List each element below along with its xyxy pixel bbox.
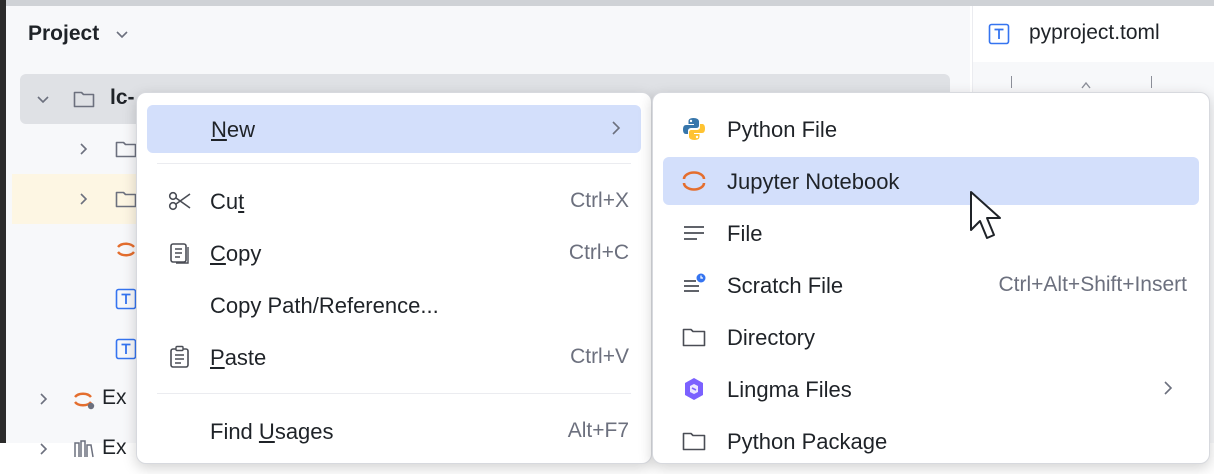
chevron-down-icon[interactable]: [36, 92, 50, 106]
submenu-item-jupyter-notebook[interactable]: Jupyter Notebook: [663, 157, 1199, 205]
menu-item-paste[interactable]: Paste Ctrl+V: [147, 333, 641, 381]
text-file-icon: [988, 23, 1010, 45]
scissors-icon: [168, 191, 191, 211]
menu-item-shortcut: Ctrl+C: [568, 241, 629, 264]
menu-item-copy[interactable]: Copy Ctrl+C: [147, 229, 641, 277]
menu-item-label: Copy: [210, 241, 262, 266]
chevron-down-icon[interactable]: [114, 26, 130, 42]
menu-item-shortcut: Ctrl+X: [570, 189, 629, 212]
editor-tick: [1011, 76, 1012, 88]
new-submenu: Python File Jupyter Notebook File Scratc…: [652, 92, 1210, 464]
editor-tick: [1151, 76, 1152, 88]
submenu-item-directory[interactable]: Directory: [663, 313, 1199, 361]
menu-item-find-usages[interactable]: Find Usages Alt+F7: [147, 407, 641, 455]
submenu-item-python-package[interactable]: Python Package: [663, 417, 1199, 465]
submenu-item-label: File: [727, 221, 763, 246]
chevron-right-icon[interactable]: [76, 142, 90, 156]
lingma-icon: [685, 378, 703, 400]
folder-icon: [73, 91, 95, 108]
folder-icon: [115, 191, 137, 208]
submenu-item-label: Python File: [727, 117, 838, 142]
menu-item-shortcut: Alt+F7: [567, 419, 629, 442]
submenu-item-label: Scratch File: [727, 273, 844, 298]
project-panel-header: Project: [6, 6, 970, 63]
submenu-item-label: Directory: [727, 325, 816, 350]
jupyter-icon: [117, 242, 135, 257]
menu-separator: [157, 163, 631, 164]
jupyter-icon: [682, 171, 706, 191]
chevron-right-icon[interactable]: [36, 442, 50, 456]
tree-label: lc-: [110, 86, 135, 109]
chevron-right-icon: [1164, 381, 1173, 395]
menu-item-shortcut: Ctrl+V: [570, 345, 629, 368]
tree-label: Ex: [102, 436, 127, 459]
chevron-right-icon[interactable]: [76, 192, 90, 206]
chevron-right-icon[interactable]: [36, 392, 50, 406]
menu-item-new[interactable]: New: [147, 105, 641, 153]
submenu-item-scratch-file[interactable]: Scratch File Ctrl+Alt+Shift+Insert: [663, 261, 1199, 309]
paste-icon: [170, 345, 189, 368]
submenu-item-python-file[interactable]: Python File: [663, 105, 1199, 153]
text-file-icon: [115, 338, 137, 360]
folder-icon: [115, 141, 137, 158]
jupyter-icon: [74, 392, 95, 410]
tree-label: Ex: [102, 386, 127, 409]
context-menu: New Cut Ctrl+X Copy Ctrl+C Copy Path/Ref…: [136, 92, 652, 464]
chevron-up-icon: [1081, 76, 1091, 89]
text-file-icon: [115, 288, 137, 310]
submenu-item-shortcut: Ctrl+Alt+Shift+Insert: [998, 273, 1188, 296]
submenu-item-label: Python Package: [727, 429, 888, 454]
menu-separator: [157, 393, 631, 394]
editor-tab[interactable]: pyproject.toml: [972, 6, 1214, 63]
tree-row[interactable]: [12, 174, 152, 224]
submenu-item-file[interactable]: File: [663, 209, 1199, 257]
project-panel-title[interactable]: Project: [28, 22, 99, 46]
menu-item-cut[interactable]: Cut Ctrl+X: [147, 177, 641, 225]
menu-item-label: Cut: [210, 189, 245, 214]
submenu-item-label: Jupyter Notebook: [727, 169, 900, 194]
python-icon: [683, 118, 705, 140]
submenu-item-lingma-files[interactable]: Lingma Files: [663, 365, 1199, 413]
menu-item-label: Find Usages: [210, 419, 334, 444]
menu-item-label: Copy Path/Reference...: [210, 293, 439, 318]
editor-tab-label: pyproject.toml: [1029, 21, 1160, 44]
submenu-item-label: Lingma Files: [727, 377, 852, 402]
package-folder-icon: [682, 432, 706, 451]
menu-item-label: New: [211, 117, 256, 142]
file-lines-icon: [684, 226, 704, 240]
chevron-right-icon: [612, 121, 621, 135]
menu-item-copy-path[interactable]: Copy Path/Reference...: [147, 281, 641, 329]
folder-icon: [682, 328, 706, 347]
menu-item-label: Paste: [210, 345, 267, 370]
mouse-cursor-icon: [970, 191, 1001, 239]
scratch-file-icon: [684, 273, 706, 292]
copy-icon: [170, 243, 189, 264]
library-icon: [74, 440, 94, 458]
